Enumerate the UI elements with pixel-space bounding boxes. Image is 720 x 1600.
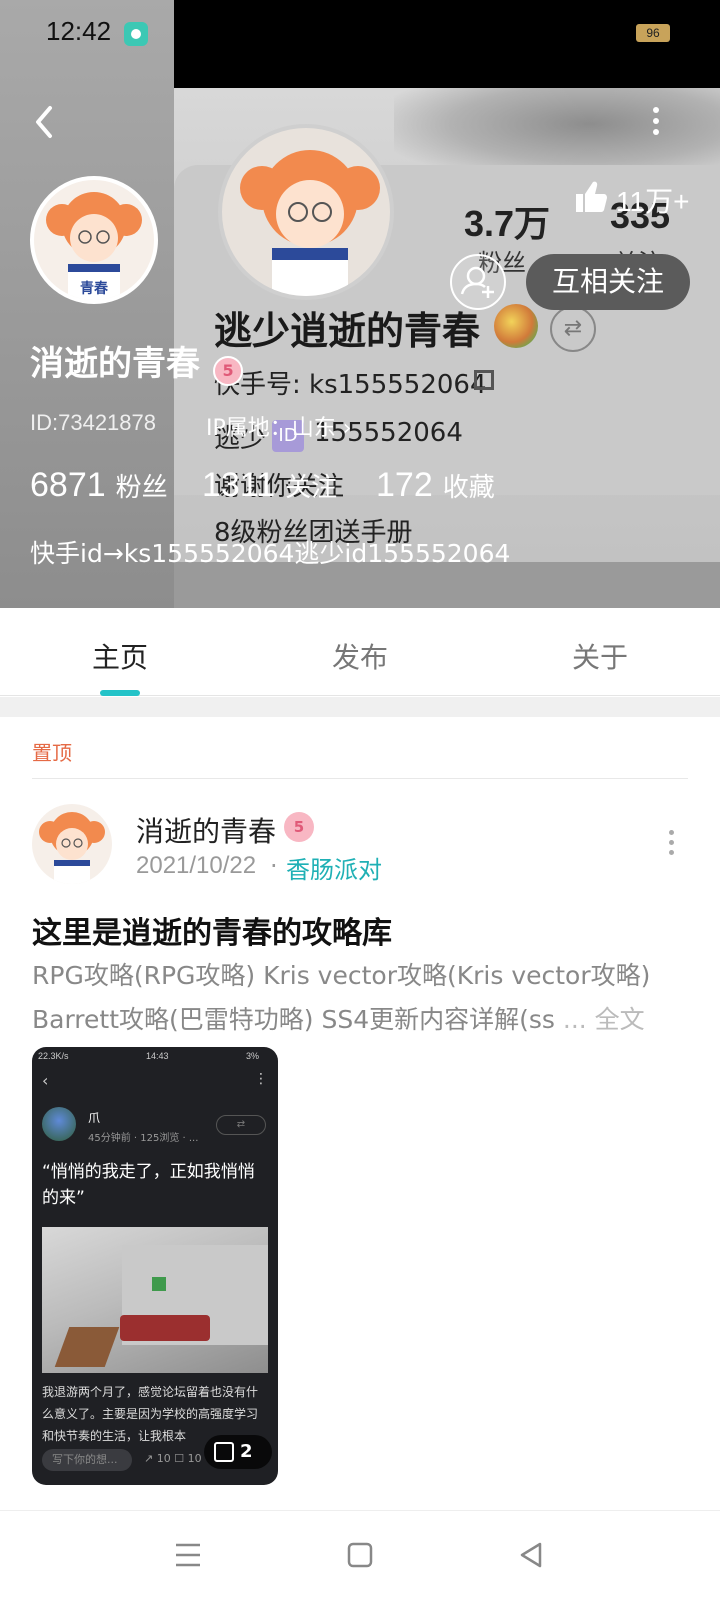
ip-location-link[interactable]: IP属地：山东 › (206, 410, 352, 442)
thumb-user-name: 爪 (88, 1111, 101, 1125)
tab-home[interactable]: 主页 (92, 636, 148, 676)
thumb-actions: ↗ 10 ☐ 10 (144, 1452, 202, 1465)
thumb-comment-input: 写下你的想... (42, 1449, 132, 1471)
avatar-caption: 青春 (80, 281, 108, 297)
room-picture (152, 1277, 166, 1291)
profile-tabs: 主页 发布 关于 (0, 608, 720, 696)
status-time: 12:42 (46, 16, 112, 46)
divider (32, 778, 688, 779)
stat-value: 172 (376, 466, 433, 504)
stat-following[interactable]: 1311 关注 (202, 466, 337, 505)
square-icon (347, 1542, 373, 1568)
post-date: 2021/10/22 (136, 852, 257, 879)
app-notification-icon (124, 22, 148, 46)
stat-followers[interactable]: 6871 粉丝 (30, 466, 168, 505)
name-row: 消逝的青春 5 (30, 336, 244, 386)
more-dots-icon (653, 107, 659, 113)
flower-icon (494, 304, 538, 348)
image-count-badge: 2 (204, 1435, 272, 1469)
nav-home-button[interactable] (340, 1539, 380, 1571)
tab-posts[interactable]: 发布 (332, 636, 388, 676)
post-excerpt-line: Barrett攻略(巴雷特功略) SS4更新内容详解(ss ... 全文 (32, 1000, 645, 1036)
background-stat-value: 3.7万 (464, 203, 551, 244)
system-nav-bar (0, 1511, 720, 1600)
post-topic-tag[interactable]: 香肠派对 (286, 850, 382, 885)
nav-menu-button[interactable] (168, 1539, 208, 1571)
stat-label: 收藏 (442, 473, 495, 503)
thumbs-up-icon (576, 181, 607, 212)
add-user-icon (460, 266, 494, 298)
stat-favorites[interactable]: 172 收藏 (376, 466, 495, 505)
thumb-battery: 3% (246, 1051, 260, 1061)
menu-icon (176, 1543, 200, 1567)
image-icon (214, 1442, 234, 1462)
more-options-button[interactable] (648, 104, 664, 140)
user-id: ID:73421878 (30, 410, 156, 435)
stat-label: 粉丝 (115, 473, 168, 503)
stat-value: 6871 (30, 466, 106, 504)
tab-about[interactable]: 关于 (572, 636, 628, 676)
stat-value: 1311 (202, 466, 276, 504)
stat-label: 关注 (285, 473, 338, 503)
battery-icon: 96 (636, 24, 670, 42)
more-dots-icon (668, 830, 674, 835)
user-name: 消逝的青春 (30, 344, 200, 384)
thumb-quote: “悄悄的我走了，正如我悄悄的来” (42, 1162, 255, 1208)
more-dots-icon: ⋮ (254, 1071, 268, 1087)
header-left-panel (0, 0, 174, 608)
avatar-image (39, 812, 105, 884)
post-image-thumbnail[interactable]: 22.3K/s 14:43 3% ‹ ⋮ 爪 45分钟前 · 125浏览 · .… (32, 1047, 278, 1485)
swap-icon: ⇄ (216, 1115, 266, 1135)
image-count: 2 (240, 1441, 253, 1462)
tab-indicator (100, 690, 140, 696)
mutual-follow-button[interactable]: 互相关注 (526, 254, 690, 310)
post-more-button[interactable] (666, 830, 676, 860)
swap-icon: ⇄ (550, 306, 596, 352)
user-bio: 快手id→ks155552064逃少id155552064 (30, 539, 511, 568)
post-author-avatar[interactable] (32, 804, 112, 884)
thumb-room-image (42, 1227, 268, 1373)
background-line: 快手号: ks155552064 (214, 370, 487, 400)
post-author-name[interactable]: 消逝的青春 (136, 810, 276, 850)
pinned-label: 置顶 (32, 741, 72, 765)
background-avatar-image (218, 124, 394, 300)
level-badge[interactable]: 5 (213, 355, 244, 386)
background-name: 逃少逍逝的青春 (214, 309, 481, 353)
post-excerpt-line: RPG攻略(RPG攻略) Kris vector攻略(Kris vector攻略… (32, 961, 651, 990)
read-more-link[interactable]: ... 全文 (555, 1005, 645, 1034)
section-gap (0, 697, 720, 717)
separator-dot: · (270, 852, 278, 880)
nav-back-button[interactable] (512, 1539, 552, 1571)
thumb-status-time: 14:43 (146, 1051, 169, 1061)
qr-icon (474, 370, 494, 390)
add-friend-button[interactable] (450, 254, 506, 310)
thumb-network-speed: 22.3K/s (38, 1051, 69, 1061)
chevron-left-icon (36, 106, 52, 138)
post-title[interactable]: 这里是逍逝的青春的攻略库 (32, 908, 392, 952)
profile-page: 3.7万 粉丝 335 关注 逃少逍逝的青春 ⇄ 快手号: ks15555206… (0, 0, 720, 1600)
level-badge: 5 (284, 812, 314, 842)
likes-group: 11万+ (572, 178, 689, 218)
post-excerpt-text: Barrett攻略(巴雷特功略) SS4更新内容详解(ss (32, 1005, 555, 1034)
triangle-back-icon (520, 1542, 542, 1568)
avatar[interactable]: 青春 (30, 176, 158, 304)
chevron-left-icon: ‹ (42, 1071, 49, 1090)
thumb-status-bar: 22.3K/s 14:43 3% (38, 1051, 272, 1061)
room-sofa (120, 1315, 210, 1341)
thumb-meta: 45分钟前 · 125浏览 · ... (88, 1133, 199, 1144)
room-chair (54, 1327, 120, 1367)
likes-count: 11万+ (616, 186, 690, 217)
thumb-user-avatar (42, 1107, 76, 1141)
back-button[interactable] (28, 100, 64, 144)
profile-header: 3.7万 粉丝 335 关注 逃少逍逝的青春 ⇄ 快手号: ks15555206… (0, 0, 720, 608)
